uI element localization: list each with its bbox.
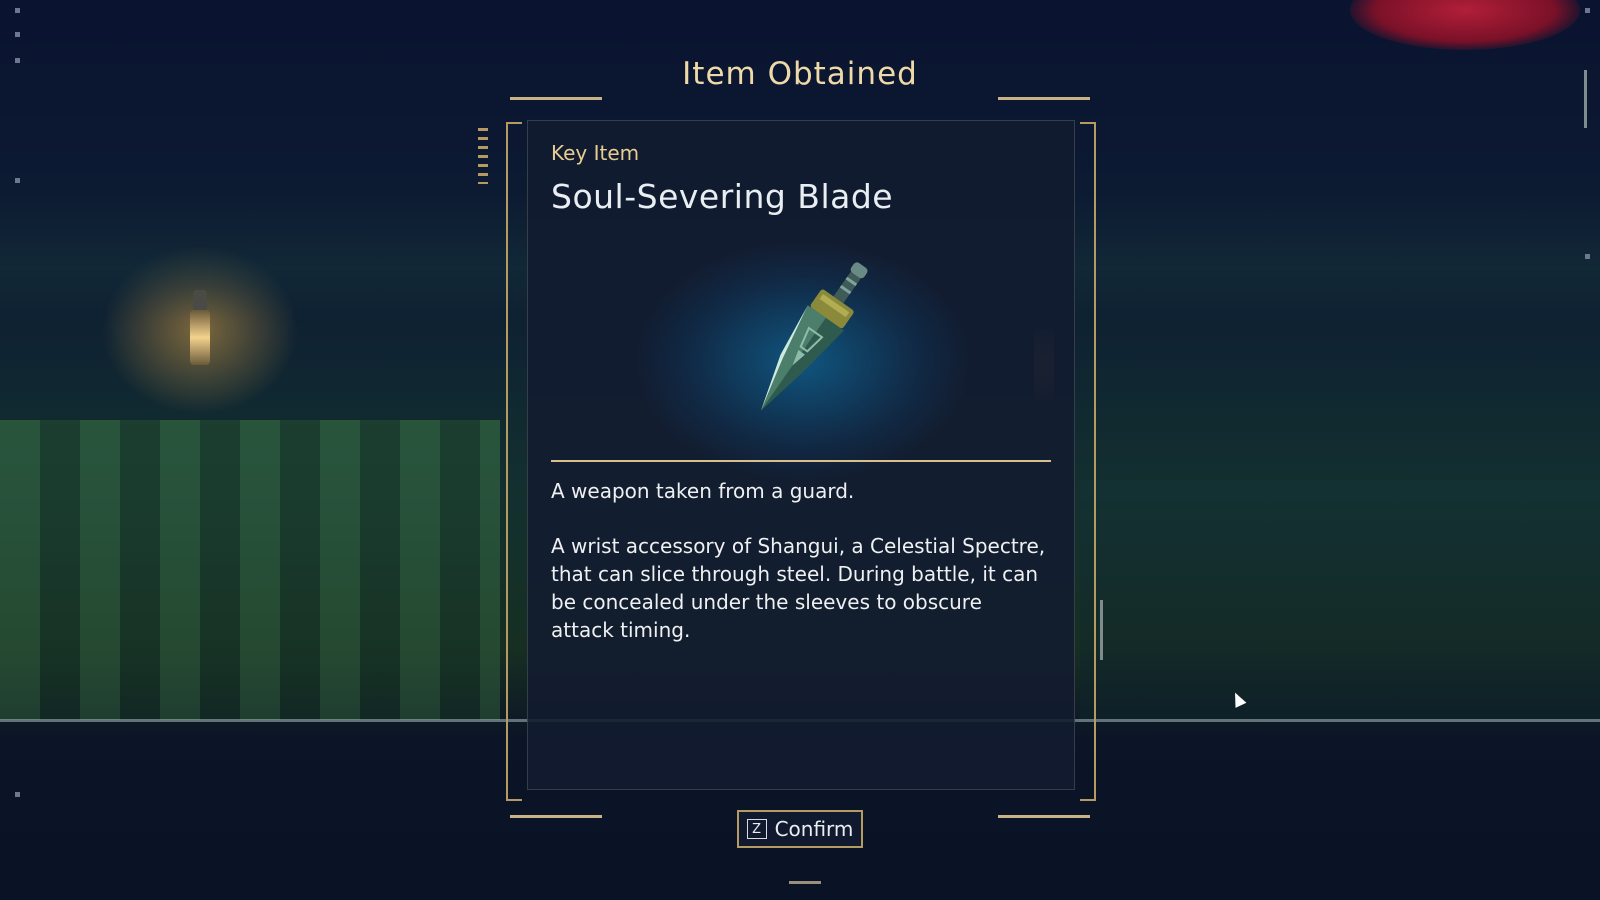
frame-bracket-right xyxy=(1080,122,1096,801)
hud-dot xyxy=(15,58,20,63)
confirm-button[interactable]: Z Confirm xyxy=(737,810,863,848)
bottom-dash xyxy=(789,881,821,884)
hud-dot xyxy=(1585,8,1590,13)
item-name: Soul-Severing Blade xyxy=(551,177,894,216)
frame-bar xyxy=(1100,600,1103,660)
item-description-long: A wrist accessory of Shangui, a Celestia… xyxy=(551,534,1046,642)
z-key-icon: Z xyxy=(746,819,767,839)
scroll-indicator xyxy=(1584,70,1587,128)
title-line-left xyxy=(510,97,602,100)
item-category: Key Item xyxy=(551,141,640,165)
hud-dot xyxy=(15,8,20,13)
confirm-label: Confirm xyxy=(774,817,854,841)
dialog-title: Item Obtained xyxy=(682,56,918,92)
hud-dot xyxy=(1585,254,1590,259)
item-panel: Key Item Soul-Severing Blade A weapon ta… xyxy=(527,120,1075,790)
hud-dot xyxy=(15,32,20,37)
lantern-icon xyxy=(188,290,212,380)
hud-dot xyxy=(15,792,20,797)
frame-bracket-left xyxy=(506,122,522,801)
rubble-right xyxy=(1080,480,1600,720)
title-line-right xyxy=(998,97,1090,100)
bottom-line-right xyxy=(998,815,1090,818)
hud-dot xyxy=(15,178,20,183)
bottom-line-left xyxy=(510,815,602,818)
frame-ticks xyxy=(478,128,488,184)
machinery-left xyxy=(0,420,500,720)
red-vines xyxy=(1350,0,1580,50)
section-divider xyxy=(551,460,1051,462)
dagger-icon xyxy=(704,249,904,449)
item-description-short: A weapon taken from a guard. xyxy=(551,479,855,503)
